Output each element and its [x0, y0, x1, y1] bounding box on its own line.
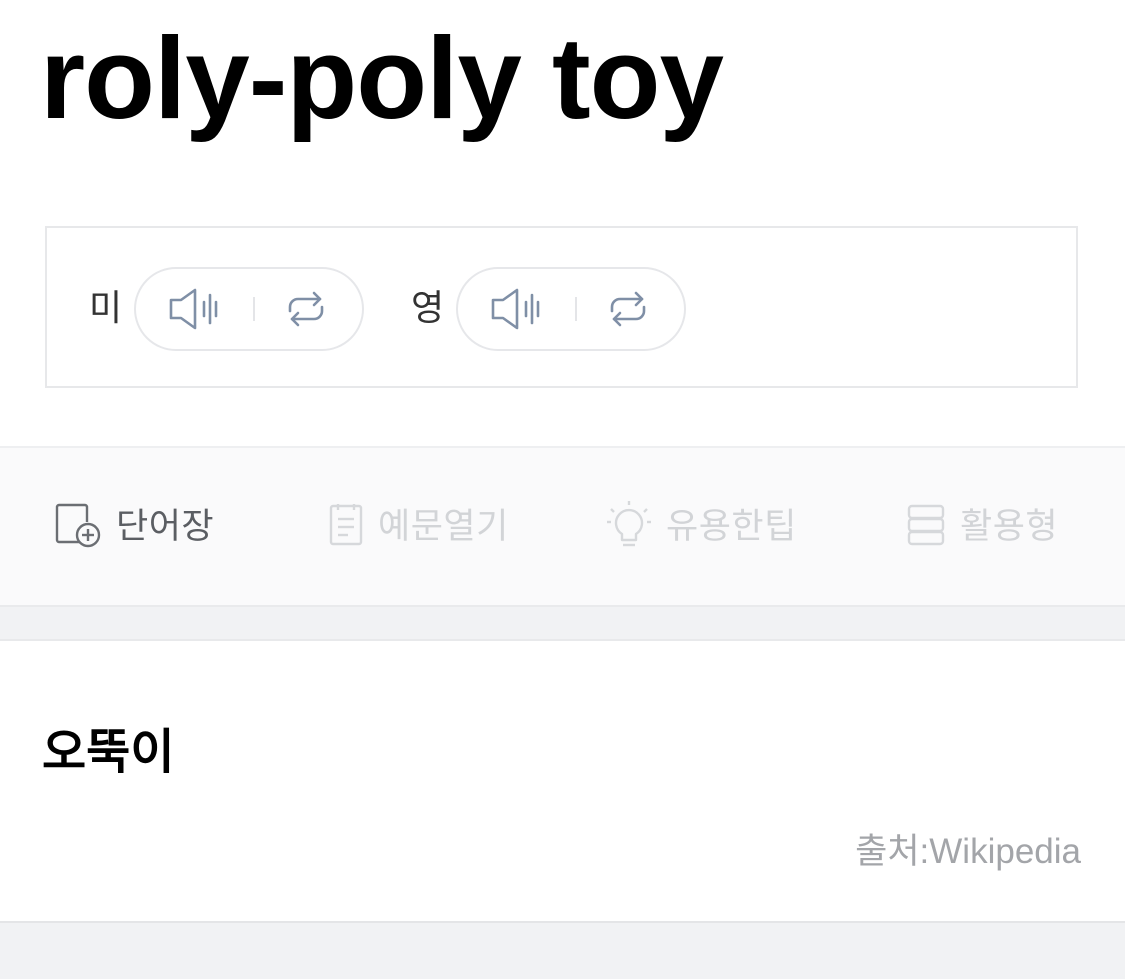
- pronunciation-uk-controls: [456, 267, 687, 351]
- wordbook-button[interactable]: 단어장: [54, 502, 214, 552]
- pronunciation-us-controls: [134, 267, 365, 351]
- pronunciation-uk-label: 영: [411, 288, 445, 329]
- inflections-button[interactable]: 활용형: [906, 502, 1058, 552]
- lightbulb-icon: [606, 500, 652, 554]
- repeat-icon[interactable]: [284, 289, 328, 329]
- tips-button[interactable]: 유용한팁: [606, 500, 797, 554]
- add-to-wordbook-icon: [54, 502, 102, 552]
- pronunciation-us: 미: [89, 266, 365, 352]
- pill-divider: [253, 297, 256, 321]
- pronunciation-us-label: 미: [89, 288, 123, 329]
- examples-button[interactable]: 예문열기: [328, 502, 509, 552]
- word-title: roly-poly toy: [40, 13, 724, 143]
- speaker-icon[interactable]: [490, 286, 546, 332]
- dictionary-entry-page: roly-poly toy 미 영 단어장 예문열기 유용한팁 활용형 오뚝이 …: [0, 0, 1125, 979]
- repeat-icon[interactable]: [606, 289, 650, 329]
- entry-toolbar: 단어장 예문열기 유용한팁 활용형: [0, 446, 1125, 607]
- pill-divider: [575, 297, 578, 321]
- document-icon: [328, 502, 364, 552]
- pronunciation-box: 미 영: [45, 226, 1078, 388]
- pronunciation-uk: 영: [411, 266, 687, 352]
- section-divider: [0, 607, 1125, 641]
- inflections-label: 활용형: [960, 507, 1059, 547]
- examples-label: 예문열기: [378, 507, 509, 547]
- speaker-icon[interactable]: [168, 286, 224, 332]
- definition-meaning: 오뚝이: [42, 724, 175, 780]
- definition-source-link[interactable]: 출처:Wikipedia: [855, 830, 1081, 874]
- stack-icon: [906, 503, 946, 551]
- wordbook-label: 단어장: [116, 507, 215, 547]
- tips-label: 유용한팁: [666, 507, 797, 547]
- section-divider-bottom: [0, 921, 1125, 979]
